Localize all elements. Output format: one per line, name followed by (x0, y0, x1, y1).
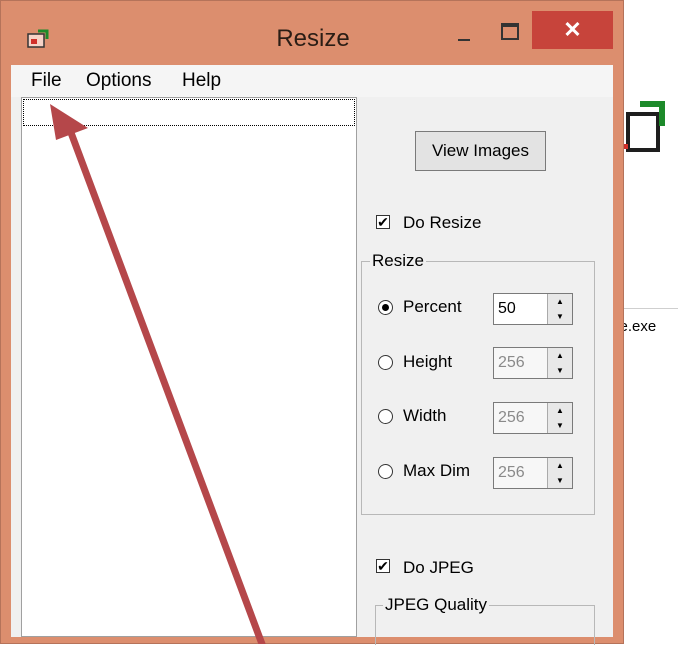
maxdim-label[interactable]: Max Dim (403, 461, 470, 481)
height-label[interactable]: Height (403, 352, 452, 372)
exe-app-icon[interactable] (622, 98, 666, 160)
menu-file[interactable]: File (31, 70, 62, 92)
resize-window: Resize ✕ File Options Help View Images ✔… (0, 0, 624, 645)
percent-spinbox[interactable]: 50 ▲ ▼ (493, 293, 573, 325)
client-area: File Options Help View Images ✔ Do Resiz… (11, 65, 613, 645)
resize-group-legend: Resize (370, 251, 426, 271)
percent-value[interactable]: 50 (498, 300, 516, 318)
percent-radio[interactable] (378, 300, 393, 315)
maxdim-value: 256 (498, 464, 525, 481)
close-icon: ✕ (563, 17, 582, 42)
do-jpeg-label[interactable]: Do JPEG (403, 558, 474, 578)
percent-label[interactable]: Percent (403, 297, 462, 317)
maxdim-spin-buttons: ▲ ▼ (547, 458, 572, 488)
check-icon: ✔ (377, 214, 389, 230)
menu-help[interactable]: Help (182, 70, 221, 92)
spin-down-icon[interactable]: ▼ (548, 473, 572, 488)
percent-spin-buttons: ▲ ▼ (547, 294, 572, 324)
spin-up-icon[interactable]: ▲ (548, 348, 572, 364)
height-value: 256 (498, 354, 525, 371)
width-label[interactable]: Width (403, 406, 446, 426)
menu-bar: File Options Help (11, 65, 613, 97)
spin-up-icon[interactable]: ▲ (548, 294, 572, 310)
view-images-button[interactable]: View Images (415, 131, 546, 171)
jpeg-quality-legend: JPEG Quality (383, 595, 490, 615)
maxdim-spinbox[interactable]: 256 ▲ ▼ (493, 457, 573, 489)
do-resize-label[interactable]: Do Resize (403, 213, 481, 233)
spin-down-icon[interactable]: ▼ (548, 309, 572, 324)
list-focus-row[interactable] (23, 99, 355, 126)
height-radio[interactable] (378, 355, 393, 370)
maxdim-radio[interactable] (378, 464, 393, 479)
do-resize-checkbox[interactable]: ✔ (376, 215, 390, 229)
spin-up-icon[interactable]: ▲ (548, 403, 572, 419)
maximize-button[interactable] (487, 11, 531, 51)
width-radio[interactable] (378, 409, 393, 424)
spin-down-icon[interactable]: ▼ (548, 363, 572, 378)
close-button[interactable]: ✕ (532, 11, 613, 49)
spin-down-icon[interactable]: ▼ (548, 418, 572, 433)
image-list[interactable] (21, 97, 357, 637)
check-icon: ✔ (377, 558, 389, 574)
menu-options[interactable]: Options (86, 70, 151, 92)
height-spin-buttons: ▲ ▼ (547, 348, 572, 378)
width-spinbox[interactable]: 256 ▲ ▼ (493, 402, 573, 434)
minimize-button[interactable] (441, 11, 485, 51)
spin-up-icon[interactable]: ▲ (548, 458, 572, 474)
do-jpeg-checkbox[interactable]: ✔ (376, 559, 390, 573)
height-spinbox[interactable]: 256 ▲ ▼ (493, 347, 573, 379)
width-value: 256 (498, 409, 525, 426)
width-spin-buttons: ▲ ▼ (547, 403, 572, 433)
